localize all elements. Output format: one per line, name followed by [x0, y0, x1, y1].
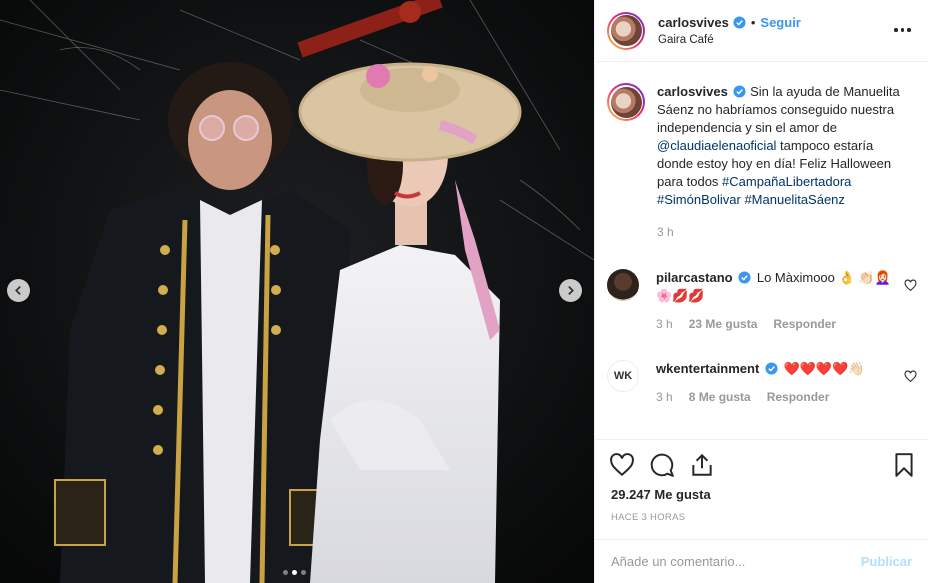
- carousel-dot: [301, 570, 306, 575]
- comment-input[interactable]: Añade un comentario...: [611, 554, 745, 569]
- post-header: carlosvives • Seguir Gaira Café: [595, 0, 928, 62]
- like-heart-icon[interactable]: [609, 452, 635, 478]
- post-sidebar: carlosvives • Seguir Gaira Café carlosvi…: [594, 0, 928, 583]
- save-bookmark-icon[interactable]: [891, 452, 917, 478]
- post-location[interactable]: Gaira Café: [658, 34, 801, 46]
- avatar-image: [610, 86, 642, 118]
- likes-count[interactable]: 29.247 Me gusta: [611, 487, 711, 502]
- verified-badge-icon: [733, 85, 747, 98]
- post-photo[interactable]: [0, 0, 594, 583]
- mention-link[interactable]: @claudiaelenaoficial: [657, 138, 776, 153]
- previous-photo-button[interactable]: [7, 279, 30, 302]
- verified-badge-icon: [738, 271, 751, 284]
- instagram-post: carlosvives • Seguir Gaira Café carlosvi…: [0, 0, 928, 583]
- caption-avatar[interactable]: [607, 83, 645, 121]
- reply-button[interactable]: Responder: [773, 315, 836, 333]
- carousel-dot: [283, 570, 288, 575]
- like-comment-heart-icon[interactable]: [904, 370, 917, 383]
- comment-body: wkentertainment ❤️❤️❤️❤️👋🏻 3 h 8 Me gust…: [656, 360, 906, 406]
- hashtag-link[interactable]: #CampañaLibertadora: [722, 174, 851, 189]
- next-photo-button[interactable]: [559, 279, 582, 302]
- chevron-left-icon: [15, 286, 21, 295]
- chevron-right-icon: [568, 286, 574, 295]
- author-username[interactable]: carlosvives: [658, 15, 729, 30]
- carousel-indicator: [283, 570, 306, 575]
- verified-badge-icon: [765, 362, 778, 375]
- comment-username[interactable]: pilarcastano: [656, 270, 733, 285]
- commenter-avatar[interactable]: WK: [607, 360, 639, 392]
- comment-likes[interactable]: 23 Me gusta: [689, 315, 758, 333]
- caption-time[interactable]: 3 h: [657, 223, 674, 241]
- commenter-avatar[interactable]: [607, 269, 639, 301]
- like-comment-heart-icon[interactable]: [904, 279, 917, 292]
- photo-scene: [0, 0, 594, 583]
- comment-likes[interactable]: 8 Me gusta: [689, 388, 751, 406]
- comment-time[interactable]: 3 h: [656, 315, 673, 333]
- publish-button[interactable]: Publicar: [861, 554, 912, 569]
- comment-time[interactable]: 3 h: [656, 388, 673, 406]
- comment-bubble-icon[interactable]: [649, 452, 675, 478]
- more-options-icon[interactable]: [894, 24, 914, 36]
- reply-button[interactable]: Responder: [767, 388, 830, 406]
- follow-button[interactable]: Seguir: [760, 15, 800, 30]
- comment-text: ❤️❤️❤️❤️👋🏻: [783, 361, 865, 376]
- avatar-image: [610, 15, 642, 46]
- hashtag-link[interactable]: #ManuelitaSáenz: [744, 192, 844, 207]
- comment-body: pilarcastano Lo Màximooo 👌 👏🏻👩🏻‍🦰🌸💋💋 3 h…: [656, 269, 906, 333]
- post-timestamp[interactable]: HACE 3 HORAS: [611, 512, 685, 523]
- comments-section: carlosvives Sin la ayuda de Manuelita Sá…: [595, 63, 928, 439]
- caption-body: carlosvives Sin la ayuda de Manuelita Sá…: [657, 83, 902, 241]
- caption-username[interactable]: carlosvives: [657, 84, 728, 99]
- comment-username[interactable]: wkentertainment: [656, 361, 759, 376]
- verified-badge-icon: [733, 16, 746, 29]
- hashtag-link[interactable]: #SimónBolivar: [657, 192, 741, 207]
- author-avatar[interactable]: [607, 11, 645, 50]
- post-actions: 29.247 Me gusta HACE 3 HORAS: [595, 439, 928, 523]
- separator: •: [750, 15, 756, 30]
- carousel-dot-active: [292, 570, 297, 575]
- share-icon[interactable]: [689, 452, 715, 478]
- comment-composer: Añade un comentario... Publicar: [595, 539, 928, 583]
